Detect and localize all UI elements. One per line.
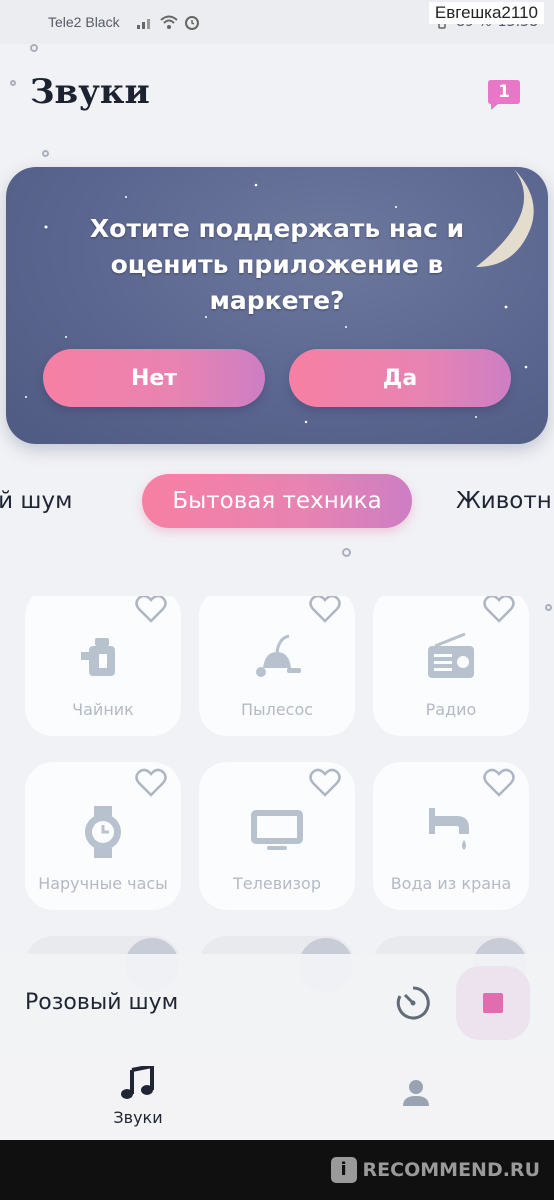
rate-app-card: Хотите поддержать нас и оценить приложен… bbox=[6, 167, 548, 444]
timer-icon[interactable] bbox=[394, 984, 432, 1022]
tab-pink-noise[interactable]: ый шум bbox=[0, 474, 72, 528]
sound-label: Чайник bbox=[72, 700, 134, 719]
sound-label: Радио bbox=[425, 700, 477, 719]
radio-icon bbox=[428, 632, 474, 678]
heart-icon[interactable] bbox=[483, 596, 515, 624]
heart-icon[interactable] bbox=[135, 768, 167, 798]
status-icons bbox=[136, 14, 200, 30]
bubble-decoration bbox=[30, 44, 38, 52]
sound-label: Наручные часы bbox=[38, 874, 168, 893]
alarm-icon bbox=[184, 16, 199, 30]
heart-icon[interactable] bbox=[483, 768, 515, 798]
no-button[interactable]: Нет bbox=[43, 349, 265, 407]
recommend-watermark: i RECOMMEND.RU bbox=[330, 1157, 540, 1183]
tab-animals[interactable]: Животн bbox=[456, 474, 552, 528]
tv-icon bbox=[251, 810, 303, 850]
recommend-logo-icon: i bbox=[330, 1157, 357, 1183]
sound-tile-watch[interactable]: Наручные часы bbox=[25, 762, 181, 910]
sound-tile-faucet[interactable]: Вода из крана bbox=[373, 762, 529, 910]
bottom-nav: Звуки bbox=[0, 1052, 554, 1140]
heart-icon[interactable] bbox=[309, 596, 341, 624]
page-title: Звуки bbox=[30, 72, 150, 112]
carrier-name: Tele2 Black bbox=[48, 14, 120, 30]
heart-icon[interactable] bbox=[309, 768, 341, 798]
watch-icon bbox=[85, 806, 121, 858]
username-overlay: Евгешка2110 bbox=[428, 2, 544, 24]
wifi-icon bbox=[159, 15, 178, 29]
mini-player: Розовый шум bbox=[0, 954, 554, 1052]
heart-icon[interactable] bbox=[135, 596, 167, 624]
profile-icon bbox=[403, 1080, 429, 1106]
notification-count: 1 bbox=[498, 82, 510, 102]
sound-tile-radio[interactable]: Радио bbox=[373, 596, 529, 736]
signal-icon bbox=[136, 19, 150, 29]
nav-sounds[interactable]: Звуки bbox=[78, 1063, 198, 1127]
stop-icon bbox=[483, 993, 503, 1013]
sound-tile-tv[interactable]: Телевизор bbox=[199, 762, 355, 910]
sound-label: Телевизор bbox=[233, 874, 321, 893]
bubble-decoration bbox=[42, 150, 49, 157]
tab-household-appliances[interactable]: Бытовая техника bbox=[142, 474, 412, 528]
nav-profile[interactable] bbox=[356, 1066, 476, 1112]
kettle-icon bbox=[81, 638, 115, 676]
faucet-icon bbox=[429, 808, 469, 850]
sound-label: Пылесос bbox=[240, 700, 314, 719]
bubble-decoration bbox=[342, 548, 351, 557]
bubble-decoration bbox=[10, 80, 16, 86]
watermark-text: RECOMMEND.RU bbox=[362, 1159, 540, 1181]
status-bar: Tele2 Black 89 % 13:38 Евгешка2110 bbox=[0, 0, 554, 44]
nav-sounds-label: Звуки bbox=[113, 1108, 163, 1127]
yes-button[interactable]: Да bbox=[289, 349, 511, 407]
vacuum-icon bbox=[256, 634, 301, 677]
sound-tile-kettle[interactable]: Чайник bbox=[25, 596, 181, 736]
system-navigation-bar: i RECOMMEND.RU bbox=[0, 1140, 554, 1200]
stop-button[interactable] bbox=[456, 966, 530, 1040]
sound-tile-vacuum[interactable]: Пылесос bbox=[199, 596, 355, 736]
now-playing-title[interactable]: Розовый шум bbox=[25, 990, 178, 1015]
notifications-button[interactable]: 1 bbox=[488, 80, 520, 110]
music-note-icon bbox=[121, 1063, 154, 1099]
sound-label: Вода из крана bbox=[390, 874, 512, 893]
rate-question: Хотите поддержать нас и оценить приложен… bbox=[89, 214, 465, 315]
